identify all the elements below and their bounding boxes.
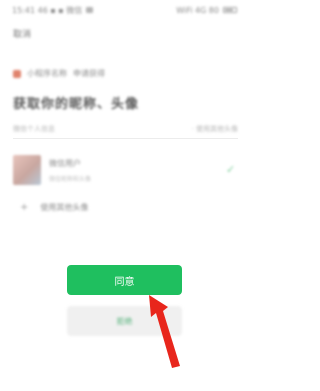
status-bar-right: WiFi 4G 80 [176, 6, 237, 15]
agree-button[interactable]: 同意 [67, 265, 182, 295]
status-bar-time: 15:41 46 ▪ ▪ 微信 [12, 5, 83, 15]
check-icon: ✓ [226, 163, 236, 176]
status-bar-signal: WiFi 4G 80 [176, 5, 219, 15]
battery-icon [223, 7, 237, 13]
profile-option[interactable]: 微信用户 微信昵称和头像 ✓ [13, 150, 238, 190]
avatar [13, 155, 41, 185]
subtitle-right: · 使用其他头像 [191, 125, 238, 133]
profile-name: 微信用户 [49, 158, 81, 168]
other-avatar-option[interactable]: + 使用其他头像 [20, 202, 88, 213]
app-name: 小程序名称 [27, 69, 67, 78]
profile-detail: 微信昵称和头像 [49, 175, 92, 183]
status-bar-left: 15:41 46 ▪ ▪ 微信 [12, 5, 94, 16]
subtitle-text: 微信个人信息 [13, 125, 55, 133]
app-logo-icon [13, 69, 21, 78]
status-icon [86, 7, 94, 13]
page-title: 获取你的昵称、头像 [13, 97, 140, 112]
permission-subtitle: 微信个人信息 · 使用其他头像 [13, 124, 238, 134]
divider [13, 138, 238, 139]
status-bar: 15:41 46 ▪ ▪ 微信 WiFi 4G 80 [0, 0, 249, 20]
profile-text: 微信用户 微信昵称和头像 [49, 158, 91, 183]
app-request-row: 小程序名称 申请获得 [13, 68, 105, 79]
cancel-link[interactable]: 取消 [13, 27, 31, 40]
other-avatar-label: 使用其他头像 [40, 203, 89, 212]
reject-button[interactable]: 拒绝 [67, 306, 182, 336]
plus-icon: + [20, 202, 29, 213]
request-label: 申请获得 [73, 69, 105, 78]
